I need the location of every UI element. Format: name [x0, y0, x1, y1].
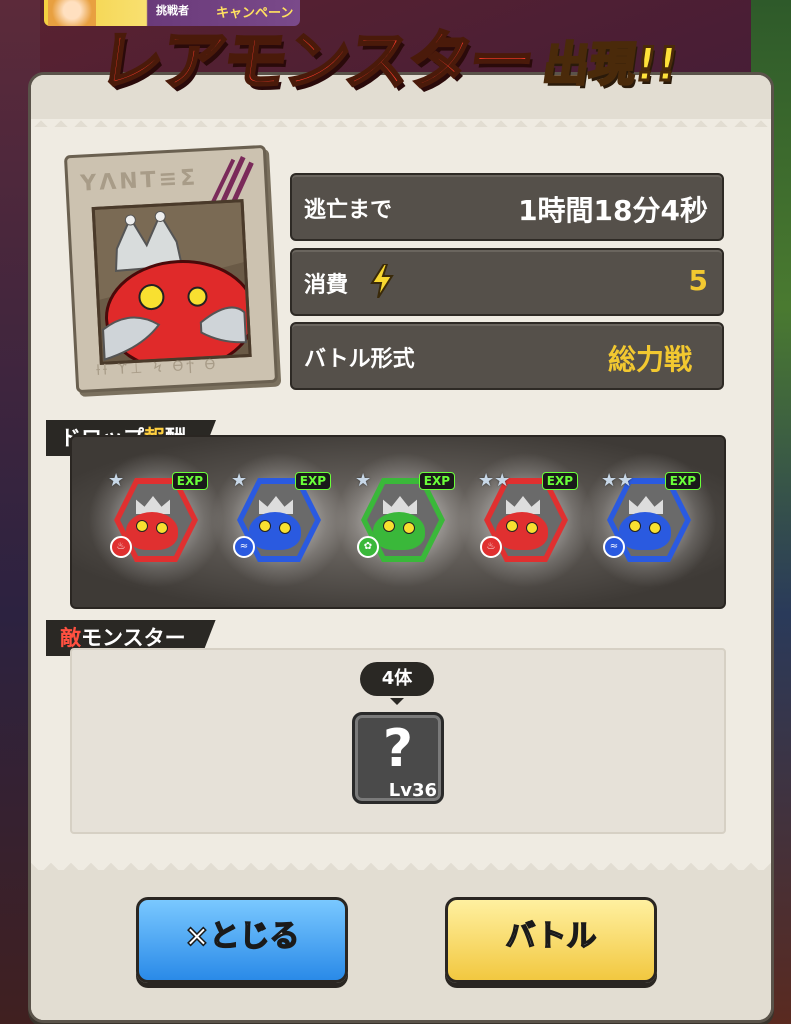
monster-eye — [506, 520, 518, 532]
rarity-star-icon: ★ — [355, 470, 372, 491]
reward-item[interactable]: ★ EXP ♨ — [88, 452, 224, 588]
enemy-level: Lv36 — [388, 780, 437, 801]
title-main: レアモンスター — [92, 24, 538, 101]
battle-type-label: バトル形式 — [304, 347, 415, 372]
escape-timer-label: 逃亡まで — [304, 198, 393, 223]
reward-item[interactable]: ★ EXP ✿ — [335, 452, 471, 588]
lightning-icon — [370, 264, 394, 298]
monster-eye — [156, 522, 168, 534]
poster-monster-portrait — [91, 199, 252, 365]
fire-element-icon: ♨ — [480, 536, 502, 558]
rarity-star-icon: ★ — [231, 470, 248, 491]
enemy-count-bubble: 4体 — [360, 662, 434, 705]
reward-monster — [496, 512, 548, 550]
wood-element-icon: ✿ — [357, 536, 379, 558]
reward-monster — [373, 512, 425, 550]
reward-monster — [619, 512, 671, 550]
enemy-label-b: モンスター — [81, 626, 186, 650]
close-button[interactable]: ×とじる — [136, 897, 348, 983]
rarity-star-icon: ★ — [108, 470, 125, 491]
zigzag-divider-top — [31, 119, 771, 133]
poster-glyphs-top: YΛNT≡Ʃ — [79, 165, 199, 197]
enemy-label-a: 敵 — [60, 626, 81, 650]
reward-monster — [126, 512, 178, 550]
monster-eye — [403, 522, 415, 534]
monster-eye — [526, 522, 538, 534]
question-mark-icon: ? — [382, 719, 414, 779]
reward-item[interactable]: ★ EXP ≈ — [211, 452, 347, 588]
reward-item[interactable]: ★★ EXP ≈ — [581, 452, 717, 588]
wanted-poster: YΛNT≡Ʃ ƚƚ ϒ⊥ Ϟ ϴϯ ϴ — [63, 144, 279, 394]
reward-monster — [249, 512, 301, 550]
monster-eye — [136, 520, 148, 532]
dialog-title: レアモンスター 出現!! — [92, 10, 720, 101]
battle-button[interactable]: バトル — [445, 897, 657, 983]
exp-badge: EXP — [171, 472, 208, 490]
rare-monster-image — [94, 202, 252, 365]
reward-item[interactable]: ★★ EXP ♨ — [458, 452, 594, 588]
stamina-cost-label: 消費 — [304, 273, 349, 298]
battle-type-value: 総力戦 — [607, 343, 692, 376]
exp-badge: EXP — [294, 472, 331, 490]
rarity-star-icon: ★★ — [601, 470, 634, 491]
rarity-star-icon: ★★ — [478, 470, 511, 491]
stamina-cost-row: 消費 5 — [290, 248, 724, 316]
monster-eye — [383, 520, 395, 532]
exp-badge: EXP — [418, 472, 455, 490]
exp-badge: EXP — [541, 472, 578, 490]
escape-timer-row: 逃亡まで 1時間18分4秒 — [290, 173, 724, 241]
water-element-icon: ≈ — [603, 536, 625, 558]
monster-eye — [279, 522, 291, 534]
monster-eye — [649, 522, 661, 534]
monster-eye — [259, 520, 271, 532]
zigzag-divider-bottom — [31, 860, 771, 874]
escape-timer-value: 1時間18分4秒 — [518, 194, 708, 227]
water-element-icon: ≈ — [233, 536, 255, 558]
banner-avatar — [48, 0, 96, 26]
exp-badge: EXP — [664, 472, 701, 490]
fire-element-icon: ♨ — [110, 536, 132, 558]
title-sub: 出現!! — [538, 36, 683, 93]
stamina-cost-value: 5 — [688, 264, 708, 297]
battle-type-row: バトル形式 総力戦 — [290, 322, 724, 390]
unknown-enemy-icon[interactable]: ? Lv36 — [352, 712, 444, 804]
monster-eye — [629, 520, 641, 532]
